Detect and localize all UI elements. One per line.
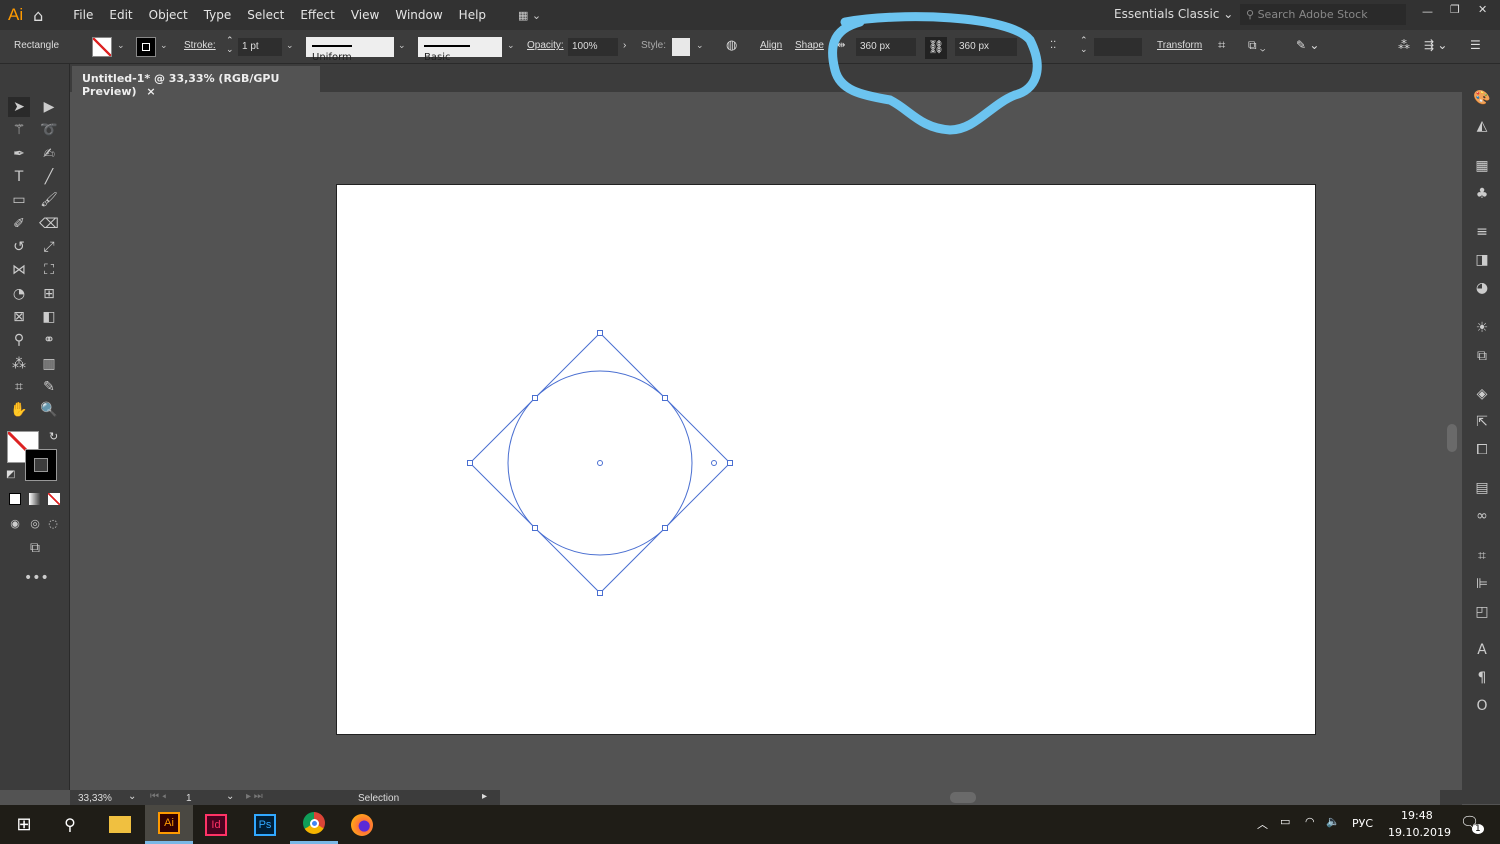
- file-explorer-button[interactable]: [96, 805, 144, 844]
- chrome-icon: [303, 812, 325, 834]
- notification-count: 1: [1472, 824, 1484, 834]
- zoom-level[interactable]: 33,33%: [78, 793, 112, 804]
- taskbar-indesign[interactable]: Id: [192, 805, 240, 844]
- wifi-icon[interactable]: ◠: [1305, 815, 1315, 828]
- canvas-artwork: [467, 12, 1042, 596]
- artboard-number[interactable]: 1: [186, 793, 192, 804]
- illustrator-icon: Ai: [158, 812, 180, 834]
- next-artboard-button[interactable]: ▸ ⏭: [246, 791, 263, 802]
- artboard-dropdown[interactable]: ⌄: [226, 791, 234, 802]
- corner-widget: [711, 460, 717, 466]
- search-button[interactable]: ⚲: [46, 805, 94, 844]
- firefox-icon: [351, 813, 373, 836]
- status-bar: 33,33% ⌄ ⏮ ◂ 1 ⌄ ▸ ⏭ Selection ▸: [70, 790, 1462, 805]
- highlight-annotation: [828, 12, 1042, 135]
- indesign-icon: Id: [205, 813, 227, 836]
- taskbar-firefox[interactable]: [338, 805, 386, 844]
- photoshop-icon: Ps: [254, 813, 276, 836]
- show-hidden-icons[interactable]: ︿: [1257, 816, 1268, 832]
- horizontal-scrollbar[interactable]: [500, 790, 1440, 805]
- volume-icon[interactable]: 🔈: [1326, 815, 1340, 828]
- taskbar-chrome[interactable]: [290, 805, 338, 844]
- clock-date[interactable]: 19.10.2019: [1388, 826, 1451, 839]
- start-button[interactable]: ⊞: [0, 805, 48, 844]
- anchor-points: [467, 330, 733, 596]
- status-menu-button[interactable]: ▸: [482, 791, 487, 802]
- clock-time[interactable]: 19:48: [1401, 809, 1433, 822]
- taskbar-illustrator[interactable]: Ai: [145, 805, 193, 844]
- language-indicator[interactable]: РУС: [1352, 817, 1373, 830]
- center-point: [597, 460, 603, 466]
- rotated-rectangle: [469, 332, 731, 594]
- taskbar-photoshop[interactable]: Ps: [241, 805, 289, 844]
- current-tool-label: Selection: [358, 793, 400, 804]
- first-artboard-button[interactable]: ⏮ ◂: [150, 791, 166, 802]
- battery-icon[interactable]: ▭: [1280, 815, 1290, 828]
- zoom-dropdown[interactable]: ⌄: [128, 791, 136, 802]
- windows-taskbar: ⊞ ⚲ Ai Id Ps ︿ ▭ ◠ 🔈 РУС 19:48 19.10.201…: [0, 805, 1500, 844]
